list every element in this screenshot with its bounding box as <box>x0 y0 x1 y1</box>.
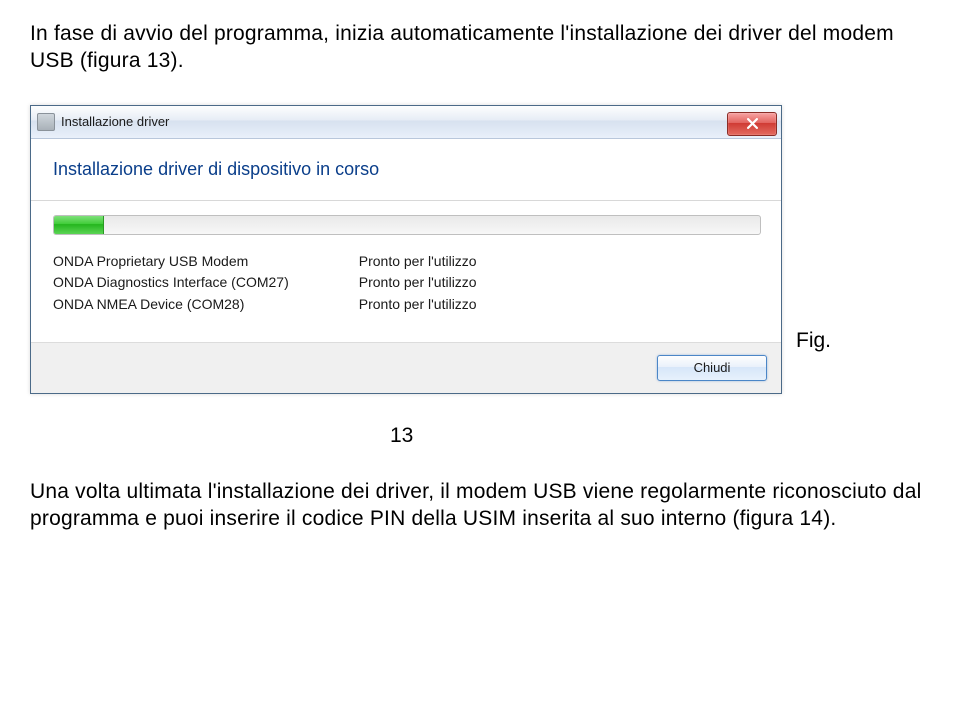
close-action-button[interactable]: Chiudi <box>657 355 767 381</box>
list-item: ONDA Proprietary USB Modem <box>53 251 289 273</box>
dialog-titlebar: Installazione driver <box>31 106 781 139</box>
progress-fill <box>54 216 104 234</box>
intro-paragraph: In fase di avvio del programma, inizia a… <box>30 20 930 75</box>
figure-number: 13 <box>390 424 930 448</box>
close-button[interactable] <box>727 112 777 136</box>
dialog-footer: Chiudi <box>31 342 781 393</box>
outro-paragraph: Una volta ultimata l'installazione dei d… <box>30 478 930 533</box>
app-icon <box>37 113 55 131</box>
dialog-heading-area: Installazione driver di dispositivo in c… <box>31 139 781 201</box>
figure-caption: Fig. <box>796 328 831 393</box>
list-item: Pronto per l'utilizzo <box>359 251 477 273</box>
installer-dialog: Installazione driver Installazione drive… <box>30 105 782 394</box>
list-item: Pronto per l'utilizzo <box>359 272 477 294</box>
dialog-figure-row: Installazione driver Installazione drive… <box>30 105 930 394</box>
list-item: ONDA Diagnostics Interface (COM27) <box>53 272 289 294</box>
device-column: ONDA Proprietary USB Modem ONDA Diagnost… <box>53 251 289 316</box>
status-column: Pronto per l'utilizzo Pronto per l'utili… <box>359 251 477 316</box>
figure-label: Fig. <box>796 328 831 393</box>
titlebar-left: Installazione driver <box>37 113 169 131</box>
close-icon <box>747 118 758 129</box>
dialog-content: ONDA Proprietary USB Modem ONDA Diagnost… <box>31 201 781 342</box>
dialog-title: Installazione driver <box>61 114 169 129</box>
dialog-heading: Installazione driver di dispositivo in c… <box>53 159 759 180</box>
list-item: ONDA NMEA Device (COM28) <box>53 294 289 316</box>
list-item: Pronto per l'utilizzo <box>359 294 477 316</box>
progress-bar <box>53 215 761 235</box>
driver-list: ONDA Proprietary USB Modem ONDA Diagnost… <box>53 251 759 316</box>
